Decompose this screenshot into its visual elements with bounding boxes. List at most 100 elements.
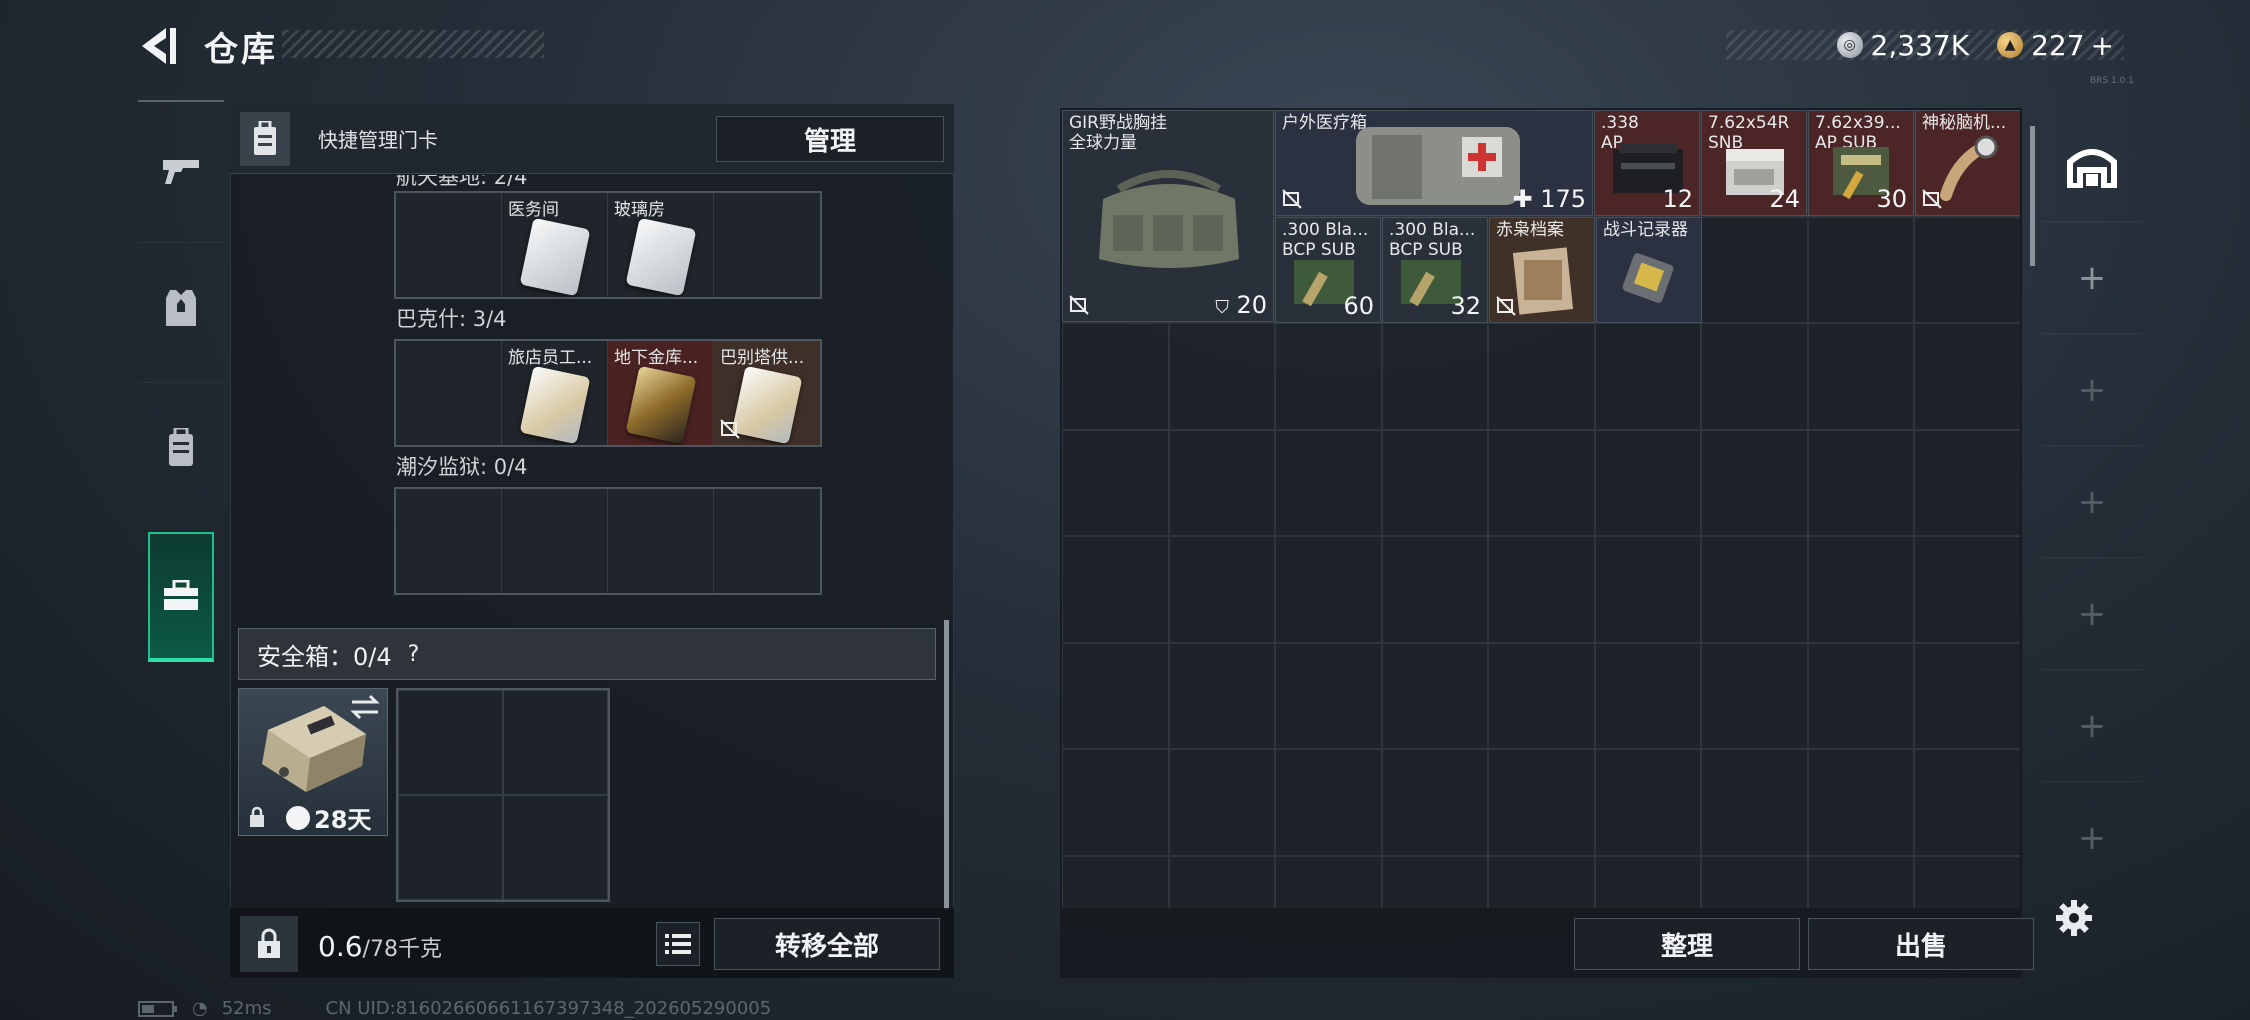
stash-cell[interactable]	[1914, 536, 2020, 643]
stash-cell[interactable]	[1062, 323, 1169, 430]
rail-item-armor[interactable]	[138, 242, 224, 372]
stash-cell[interactable]	[1807, 216, 1914, 323]
stash-cell[interactable]	[1062, 642, 1169, 749]
stash-cell[interactable]	[1168, 855, 1275, 908]
stash-cell[interactable]	[1701, 323, 1808, 430]
stash-cell[interactable]	[1381, 749, 1488, 856]
keycard-slot-empty[interactable]	[714, 489, 820, 593]
keycard-glass-room[interactable]: 玻璃房	[608, 193, 714, 297]
stash-cell[interactable]	[1701, 216, 1808, 323]
lock-icon[interactable]	[240, 916, 298, 972]
stash-cell[interactable]	[1062, 749, 1169, 856]
stash-cell[interactable]	[1381, 536, 1488, 643]
stash-tab-add[interactable]: +	[2042, 334, 2142, 446]
stash-cell[interactable]	[1807, 536, 1914, 643]
stash-cell[interactable]	[1488, 855, 1595, 908]
swap-icon[interactable]	[348, 692, 382, 722]
stash-cell[interactable]	[1275, 323, 1382, 430]
stash-cell[interactable]	[1914, 429, 2020, 536]
keycard-slot-empty[interactable]	[714, 193, 820, 297]
gear-icon[interactable]	[2054, 898, 2094, 938]
stash-cell[interactable]	[1488, 429, 1595, 536]
item-brain-chip[interactable]: 神秘脑机...	[1915, 110, 2020, 216]
stash-cell[interactable]	[1807, 749, 1914, 856]
item-300blk-2[interactable]: .300 Bla... BCP SUB 32	[1382, 217, 1488, 323]
tidy-button[interactable]: 整理	[1574, 918, 1800, 970]
stash-cell[interactable]	[1701, 429, 1808, 536]
stash-tab-add[interactable]: +	[2042, 446, 2142, 558]
stash-cell[interactable]	[1488, 323, 1595, 430]
stash-cell[interactable]	[1381, 429, 1488, 536]
keycard-slot-empty[interactable]	[396, 193, 502, 297]
safe-slot[interactable]	[503, 690, 608, 795]
keycard-babel-supply[interactable]: 巴别塔供...	[714, 341, 820, 445]
stash-cell[interactable]	[1914, 855, 2020, 908]
stash-cell[interactable]	[1701, 536, 1808, 643]
stash-cell[interactable]	[1275, 749, 1382, 856]
list-view-button[interactable]	[656, 922, 700, 966]
safe-slot[interactable]	[398, 795, 503, 900]
keycard-slot-empty[interactable]	[396, 489, 502, 593]
stash-tab-add[interactable]: +	[2042, 558, 2142, 670]
stash-cell[interactable]	[1914, 323, 2020, 430]
stash-cell[interactable]	[1914, 642, 2020, 749]
stash-cell[interactable]	[1914, 216, 2020, 323]
rail-item-weapons[interactable]	[138, 106, 224, 236]
keycard-hotel-staff[interactable]: 旅店员工...	[502, 341, 608, 445]
stash-cell[interactable]	[1594, 855, 1701, 908]
stash-cell[interactable]	[1275, 642, 1382, 749]
stash-cell[interactable]	[1275, 855, 1382, 908]
stash-cell[interactable]	[1807, 429, 1914, 536]
stash-cell[interactable]	[1275, 429, 1382, 536]
stash-cell[interactable]	[1062, 536, 1169, 643]
stash-cell[interactable]	[1594, 749, 1701, 856]
stash-tab-add[interactable]: +	[2042, 670, 2142, 782]
keycard-slot-empty[interactable]	[608, 489, 714, 593]
manage-button[interactable]: 管理	[716, 116, 944, 162]
stash-cell[interactable]	[1168, 536, 1275, 643]
item-red-owl-file[interactable]: 赤枭档案	[1489, 217, 1595, 323]
keycard-slot-empty[interactable]	[502, 489, 608, 593]
stash-cell[interactable]	[1594, 323, 1701, 430]
safe-slot[interactable]	[398, 690, 503, 795]
stash-cell[interactable]	[1488, 749, 1595, 856]
item-medkit[interactable]: 户外医疗箱 ✚ 175	[1275, 110, 1593, 216]
stash-cell[interactable]	[1807, 323, 1914, 430]
stash-cell[interactable]	[1275, 536, 1382, 643]
stash-cell[interactable]	[1701, 855, 1808, 908]
stash-cell[interactable]	[1488, 536, 1595, 643]
stash-tab-add[interactable]: +	[2042, 222, 2142, 334]
stash-cell[interactable]	[1488, 642, 1595, 749]
keycard-slot-empty[interactable]	[396, 341, 502, 445]
stash-cell[interactable]	[1594, 642, 1701, 749]
stash-cell[interactable]	[1168, 429, 1275, 536]
stash-cell[interactable]	[1168, 323, 1275, 430]
item-338-ap[interactable]: .338 AP 12	[1594, 110, 1700, 216]
keycard-medical-room[interactable]: 医务间	[502, 193, 608, 297]
stash-tab-main[interactable]	[2042, 110, 2142, 222]
stash-cell[interactable]	[1701, 642, 1808, 749]
stash-tab-add[interactable]: +	[2042, 782, 2142, 894]
stash-cell[interactable]	[1701, 749, 1808, 856]
stash-cell[interactable]	[1381, 642, 1488, 749]
safe-slot[interactable]	[503, 795, 608, 900]
stash-cell[interactable]	[1381, 323, 1488, 430]
help-icon[interactable]: ?	[408, 642, 420, 667]
stash-cell[interactable]	[1807, 855, 1914, 908]
item-300blk-1[interactable]: .300 Bla... BCP SUB 60	[1275, 217, 1381, 323]
left-scrollbar[interactable]	[944, 620, 949, 910]
item-vest[interactable]: GIR野战胸挂 全球力量 ⛉ 20	[1062, 110, 1274, 322]
item-762x54r[interactable]: 7.62x54R SNB 24	[1701, 110, 1807, 216]
gold-plus-button[interactable]: +	[2091, 29, 2114, 62]
item-762x39[interactable]: 7.62x39... AP SUB 30	[1808, 110, 1914, 216]
stash-cell[interactable]	[1381, 855, 1488, 908]
stash-cell[interactable]	[1062, 855, 1169, 908]
stash-cell[interactable]	[1062, 429, 1169, 536]
rail-item-toolbox[interactable]	[148, 532, 214, 662]
stash-cell[interactable]	[1168, 749, 1275, 856]
sell-button[interactable]: 出售	[1808, 918, 2034, 970]
stash-cell[interactable]	[1914, 749, 2020, 856]
stash-cell[interactable]	[1594, 536, 1701, 643]
item-combat-recorder[interactable]: 战斗记录器	[1596, 217, 1702, 323]
stash-scrollbar[interactable]	[2030, 126, 2035, 266]
